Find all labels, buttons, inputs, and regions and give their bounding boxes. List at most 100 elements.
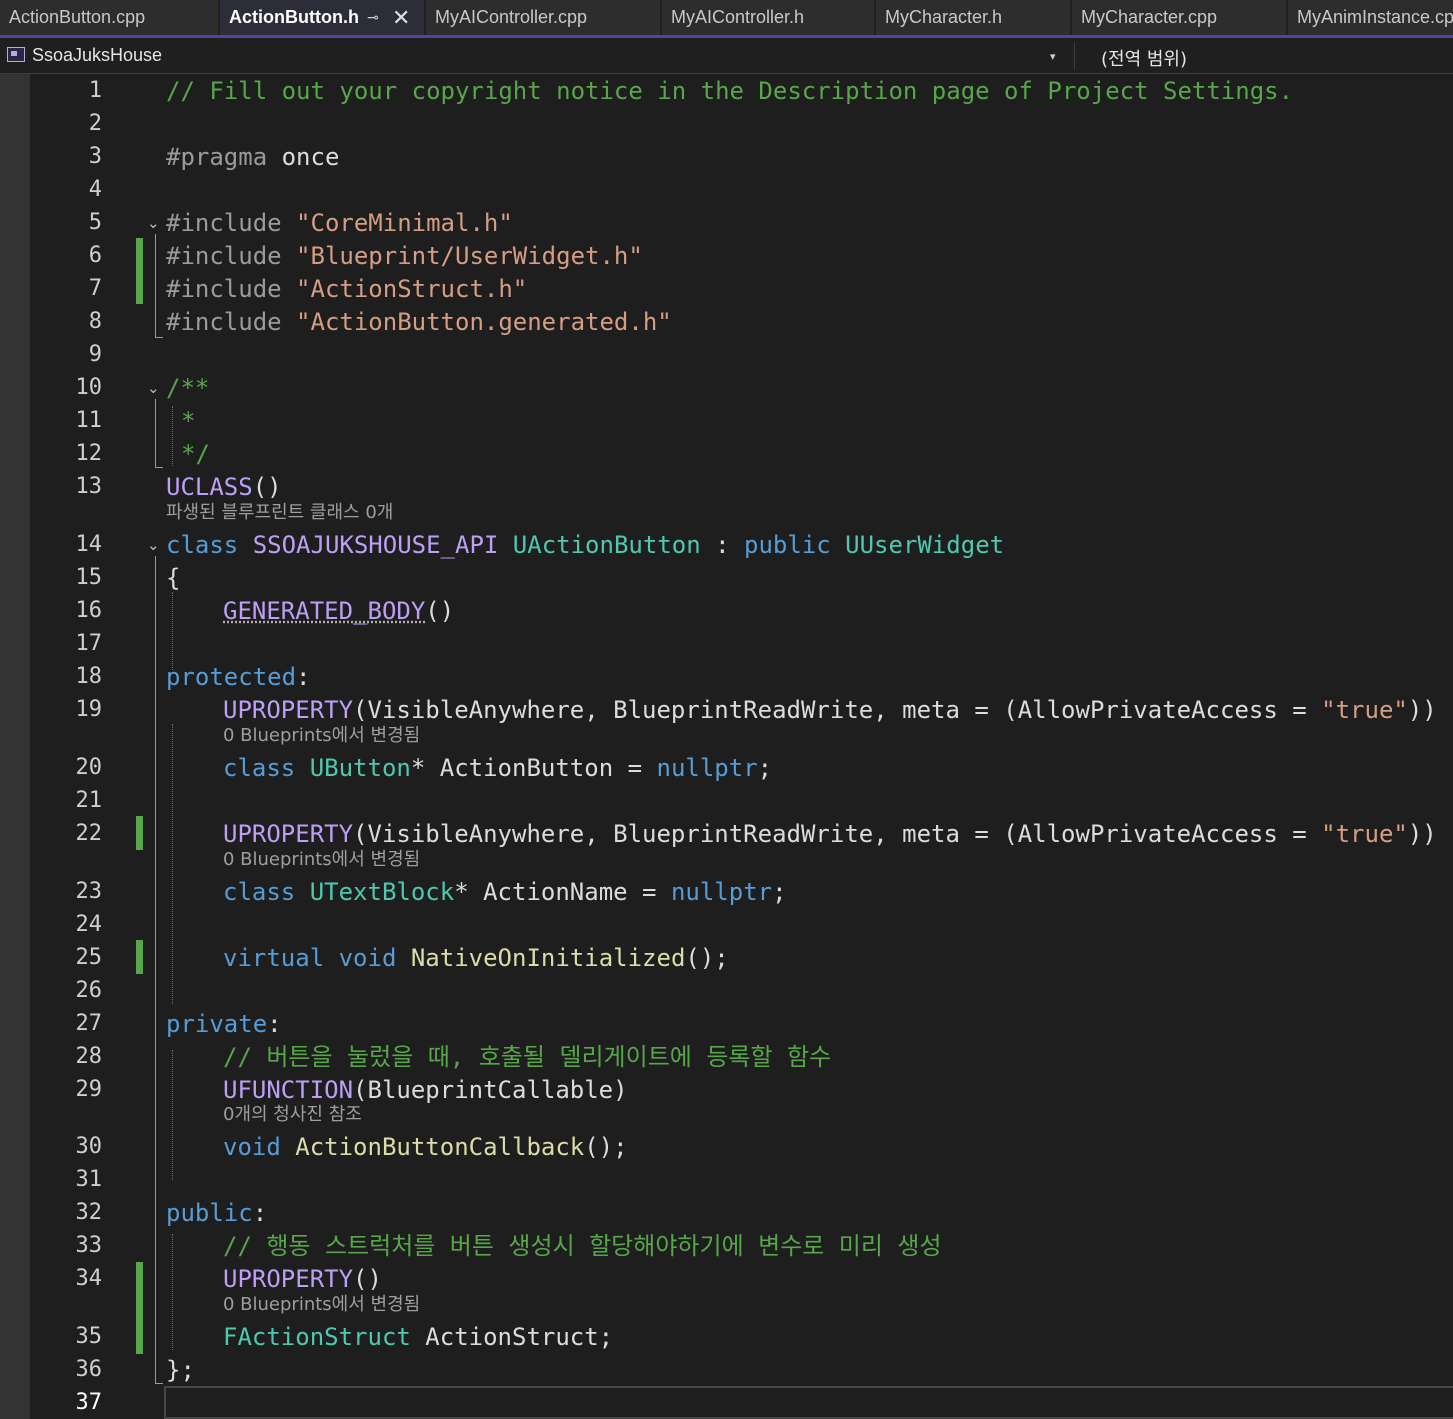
- line-number: 27: [75, 1011, 103, 1036]
- tab-label: MyCharacter.h: [885, 7, 1003, 27]
- close-icon[interactable]: ✕: [392, 0, 410, 35]
- token-keyword: nullptr: [670, 878, 773, 906]
- token-string: "true": [1321, 820, 1408, 848]
- fold-chevron-icon[interactable]: ⌄: [147, 208, 161, 238]
- token-plain: }: [166, 1356, 181, 1384]
- line-number: 20: [75, 755, 103, 780]
- token-macro: UCLASS: [166, 473, 253, 501]
- token-plain: (VisibleAnywhere, BlueprintReadWrite, me…: [353, 820, 1322, 848]
- token-plain: :: [267, 1010, 282, 1038]
- fold-chevron-icon[interactable]: ⌄: [147, 373, 161, 403]
- pin-icon[interactable]: ⊸: [367, 0, 379, 35]
- code-line-13: UCLASS(): [166, 472, 282, 502]
- tab-myaniminstance-cpp[interactable]: MyAnimInstance.cp: [1288, 0, 1453, 35]
- project-name: SsoaJuksHouse: [32, 45, 163, 65]
- fold-chevron-icon[interactable]: ⌄: [147, 530, 161, 560]
- token-plain: * ActionButton =: [410, 754, 657, 782]
- tab-myaicontroller-cpp[interactable]: MyAIController.cpp: [426, 0, 662, 35]
- line-number: 22: [75, 821, 103, 846]
- code-line-19: UPROPERTY(VisibleAnywhere, BlueprintRead…: [223, 695, 1437, 725]
- code-line-5: #include "CoreMinimal.h": [166, 208, 513, 238]
- token-macro: UPROPERTY: [223, 820, 354, 848]
- token-type: UTextBlock: [309, 878, 455, 906]
- tab-actionbutton-cpp[interactable]: ActionButton.cpp: [0, 0, 220, 35]
- code-line-23: class UTextBlock* ActionName = nullptr;: [223, 877, 787, 907]
- scope-label: (전역 범위): [1101, 49, 1188, 70]
- line-number: 14: [75, 532, 103, 557]
- code-line-20: class UButton* ActionButton = nullptr;: [223, 753, 772, 783]
- line-number: 21: [75, 788, 103, 813]
- project-dropdown[interactable]: SsoaJuksHouse ▾: [0, 42, 1070, 70]
- token-macro: GENERATED_BODY: [223, 597, 426, 625]
- line-number: 29: [75, 1077, 103, 1102]
- token-plain: (): [252, 473, 282, 501]
- line-number: 34: [75, 1266, 103, 1291]
- token-string: "ActionButton.generated.h": [296, 308, 672, 336]
- tab-label: MyAnimInstance.cp: [1297, 7, 1453, 27]
- editor-left-strip: [0, 74, 30, 1419]
- token-keyword: virtual: [223, 944, 325, 972]
- line-number: 11: [75, 408, 103, 433]
- token-preprocessor: #include: [166, 242, 282, 270]
- fold-line-end: [155, 1383, 163, 1384]
- change-indicator: [136, 238, 143, 304]
- token-preprocessor: #include: [166, 275, 282, 303]
- indent-guide: [172, 1234, 173, 1350]
- tab-label: ActionButton.h: [229, 7, 359, 27]
- tab-myaicontroller-h[interactable]: MyAIController.h: [662, 0, 876, 35]
- chevron-down-icon[interactable]: ▾: [1050, 50, 1056, 63]
- line-number: 1: [88, 78, 102, 103]
- token-plain: (BlueprintCallable): [353, 1076, 628, 1104]
- code-line-14: class SSOAJUKSHOUSE_API UActionButton : …: [166, 530, 1004, 560]
- line-number: 9: [88, 342, 102, 367]
- code-line-25: virtual void NativeOnInitialized();: [223, 943, 729, 973]
- code-line-16: GENERATED_BODY(): [223, 596, 454, 626]
- tab-label: MyAIController.cpp: [435, 7, 588, 27]
- codelens-blueprint-changes[interactable]: 0 Blueprints에서 변경됨: [223, 1294, 420, 1316]
- codelens-blueprint-changes[interactable]: 0 Blueprints에서 변경됨: [223, 725, 420, 747]
- tab-label: MyCharacter.cpp: [1081, 7, 1218, 27]
- token-preprocessor: #include: [166, 209, 282, 237]
- token-keyword: public: [166, 1199, 253, 1227]
- token-macro: SSOAJUKSHOUSE_API: [252, 531, 499, 559]
- code-line-30: void ActionButtonCallback();: [223, 1132, 628, 1162]
- line-number: 5: [88, 210, 102, 235]
- line-number: 35: [75, 1324, 103, 1349]
- code-editor[interactable]: 1 2 3 4 5 6 7 8 9 10 11 12 13 14 15 16 1…: [0, 74, 1453, 1419]
- token-plain: :: [700, 531, 744, 559]
- token-type: FActionStruct: [223, 1323, 411, 1351]
- tab-actionbutton-h[interactable]: ActionButton.h ⊸ ✕: [220, 0, 426, 35]
- fold-line: [155, 556, 156, 1383]
- line-number: 7: [88, 276, 102, 301]
- fold-line-end: [155, 337, 163, 338]
- line-number: 30: [75, 1134, 103, 1159]
- tab-mycharacter-h[interactable]: MyCharacter.h: [876, 0, 1072, 35]
- fold-line: [155, 234, 156, 337]
- line-number: 2: [88, 111, 102, 136]
- line-number: 4: [88, 177, 102, 202]
- token-function: NativeOnInitialized: [410, 944, 686, 972]
- line-number: 23: [75, 879, 103, 904]
- codelens-blueprint-references[interactable]: 0개의 청사진 참조: [223, 1104, 362, 1126]
- editor-tab-bar: ActionButton.cpp ActionButton.h ⊸ ✕ MyAI…: [0, 0, 1453, 38]
- tab-mycharacter-cpp[interactable]: MyCharacter.cpp: [1072, 0, 1288, 35]
- token-preprocessor: #pragma: [166, 143, 268, 171]
- line-number: 25: [75, 945, 103, 970]
- codelens-blueprint-changes[interactable]: 0 Blueprints에서 변경됨: [223, 849, 420, 871]
- token-keyword: private: [166, 1010, 268, 1038]
- line-number: 19: [75, 697, 103, 722]
- codelens-derived-blueprints[interactable]: 파생된 블루프린트 클래스 0개: [166, 502, 393, 524]
- token-string: "ActionStruct.h": [296, 275, 528, 303]
- line-number: 32: [75, 1200, 103, 1225]
- current-line-highlight[interactable]: [164, 1386, 1453, 1419]
- code-line-29: UFUNCTION(BlueprintCallable): [223, 1075, 628, 1105]
- project-icon: [7, 47, 25, 62]
- code-line-15: {: [166, 564, 181, 592]
- token-keyword: class: [223, 754, 296, 782]
- token-string: "CoreMinimal.h": [296, 209, 513, 237]
- code-line-11: *: [181, 407, 196, 435]
- code-line-12: */: [181, 440, 210, 468]
- token-plain: * ActionName =: [454, 878, 671, 906]
- scope-dropdown[interactable]: (전역 범위): [1074, 42, 1453, 70]
- line-number: 36: [75, 1357, 103, 1382]
